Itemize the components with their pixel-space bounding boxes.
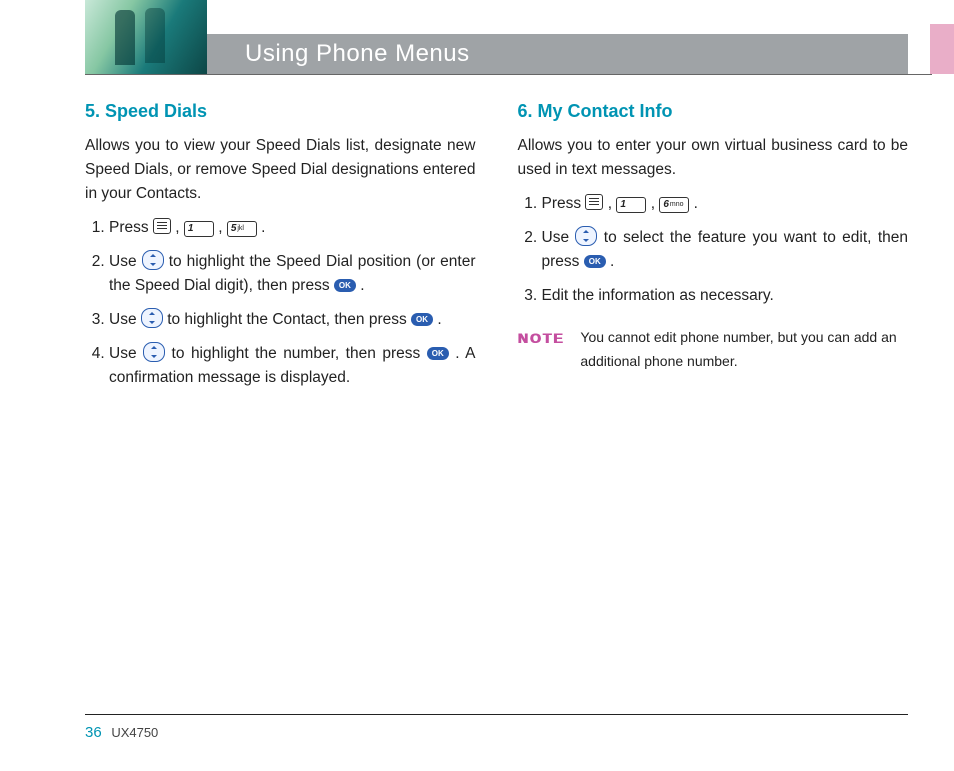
menu-key-icon xyxy=(585,194,603,210)
section-heading-speed-dials: 5. Speed Dials xyxy=(85,98,476,126)
section-intro: Allows you to view your Speed Dials list… xyxy=(85,134,476,206)
step-item: Use to highlight the Contact, then press… xyxy=(109,308,476,332)
note-block: NOTE You cannot edit phone number, but y… xyxy=(518,326,909,374)
nav-key-icon xyxy=(575,226,597,246)
steps-list: Press , 1 , 5jkl . Use to highlight the … xyxy=(85,216,476,390)
chapter-title: Using Phone Menus xyxy=(245,40,470,68)
note-text: You cannot edit phone number, but you ca… xyxy=(580,326,908,374)
section-heading-my-contact-info: 6. My Contact Info xyxy=(518,98,909,126)
page-number: 36 xyxy=(85,724,102,741)
ok-key-icon: OK xyxy=(427,347,449,360)
right-column: 6. My Contact Info Allows you to enter y… xyxy=(518,92,909,400)
steps-list: Press , 1 , 6mno . Use to select the fea… xyxy=(518,192,909,308)
header-rule xyxy=(85,74,932,75)
step-item: Press , 1 , 5jkl . xyxy=(109,216,476,240)
manual-page: Using Phone Menus 5. Speed Dials Allows … xyxy=(0,0,954,771)
step-item: Use to select the feature you want to ed… xyxy=(542,226,909,274)
left-column: 5. Speed Dials Allows you to view your S… xyxy=(85,92,476,400)
keypad-1-icon: 1 xyxy=(184,221,214,237)
nav-key-icon xyxy=(141,308,163,328)
section-intro: Allows you to enter your own virtual bus… xyxy=(518,134,909,182)
header-photo xyxy=(85,0,207,74)
nav-key-icon xyxy=(143,342,165,362)
ok-key-icon: OK xyxy=(334,279,356,292)
content-columns: 5. Speed Dials Allows you to view your S… xyxy=(85,92,908,400)
page-footer: 36 UX4750 xyxy=(85,724,158,741)
step-item: Use to highlight the Speed Dial position… xyxy=(109,250,476,298)
keypad-5-icon: 5jkl xyxy=(227,221,257,237)
menu-key-icon xyxy=(153,218,171,234)
ok-key-icon: OK xyxy=(584,255,606,268)
note-label: NOTE xyxy=(518,326,565,350)
chapter-title-bar: Using Phone Menus xyxy=(207,34,908,74)
step-item: Press , 1 , 6mno . xyxy=(542,192,909,216)
model-number: UX4750 xyxy=(111,725,158,740)
tab-color-marker xyxy=(930,24,954,74)
step-item: Use to highlight the number, then press … xyxy=(109,342,476,390)
ok-key-icon: OK xyxy=(411,313,433,326)
footer-rule xyxy=(85,714,908,715)
keypad-6-icon: 6mno xyxy=(659,197,689,213)
step-item: Edit the information as necessary. xyxy=(542,284,909,308)
nav-key-icon xyxy=(142,250,164,270)
keypad-1-icon: 1 xyxy=(616,197,646,213)
